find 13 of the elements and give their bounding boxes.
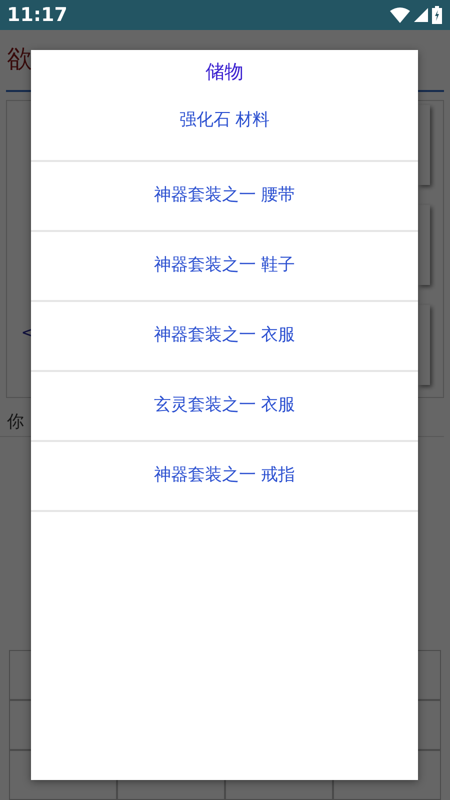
- footer-text: 你: [7, 412, 24, 432]
- page-title: 欲: [7, 44, 32, 73]
- storage-item[interactable]: 神器套装之一 衣服: [31, 302, 418, 372]
- storage-item[interactable]: 强化石 材料: [31, 96, 418, 162]
- storage-item[interactable]: 神器套装之一 腰带: [31, 162, 418, 232]
- storage-item[interactable]: 玄灵套装之一 衣服: [31, 372, 418, 442]
- storage-item[interactable]: 神器套装之一 鞋子: [31, 232, 418, 302]
- dialog-title: 储物: [204, 60, 244, 85]
- battery-icon: [432, 6, 442, 24]
- signal-icon: [414, 8, 428, 22]
- wifi-icon: [390, 7, 410, 23]
- storage-item[interactable]: 神器套装之一 戒指: [31, 442, 418, 512]
- status-time: 11:17: [7, 2, 68, 28]
